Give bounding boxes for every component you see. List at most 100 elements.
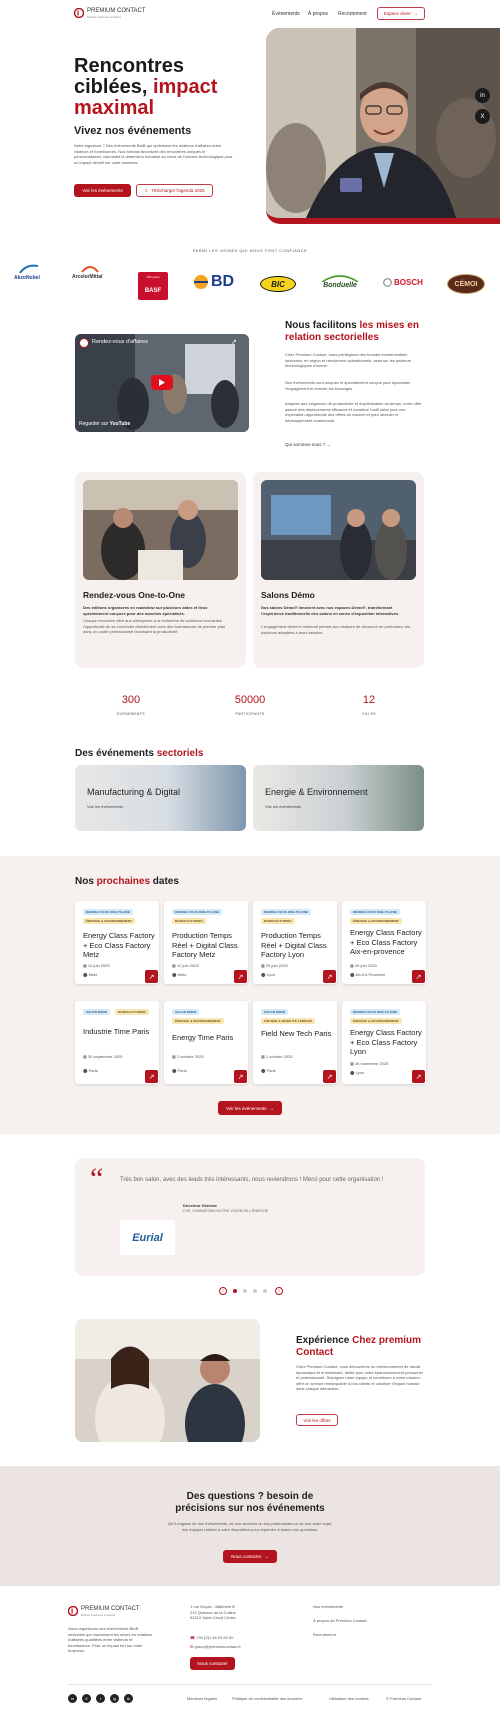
event-card[interactable]: RENDEZ-VOUS ONE-TO-ONE MANUFACTURING Pro… — [253, 901, 337, 984]
event-title: Field New Tech Paris — [261, 1029, 332, 1038]
calendar-icon: ▦ — [261, 1054, 265, 1059]
nav-events[interactable]: Événements — [272, 11, 300, 17]
bd-sun-icon — [194, 275, 208, 289]
event-arrow-button[interactable]: ↗ — [145, 1070, 158, 1083]
calendar-icon: ▦ — [172, 963, 176, 968]
brand-logo[interactable]: PREMIUM CONTACT Deliver business contact… — [74, 8, 164, 20]
event-card[interactable]: SALON DÉMO ÉNERGIE & ENVIRONNEMENT Energ… — [164, 1001, 248, 1084]
event-title: Industrie Time Paris — [83, 1027, 150, 1036]
x-button[interactable]: X — [475, 109, 490, 124]
footer: PREMIUM CONTACT Deliver business contact… — [0, 1586, 500, 1713]
carousel-next-button[interactable]: › — [275, 1287, 283, 1295]
event-card[interactable]: SALON DÉMO MANUFACTURING Industrie Time … — [75, 1001, 159, 1084]
event-date: ▦ 12 juin 2025 — [172, 963, 199, 968]
arrow-right-icon: → — [413, 11, 419, 16]
about-p3: Adaptés aux exigences de productivité et… — [285, 401, 422, 423]
footer-link-events[interactable]: Nos événements — [313, 1604, 343, 1610]
event-arrow-button[interactable]: ↗ — [323, 1070, 336, 1083]
event-location: ⬤ Lyon — [350, 1070, 365, 1075]
see-offers-button[interactable]: Voir les offres — [296, 1414, 338, 1426]
legal-mentions-link[interactable]: Mentions légales — [187, 1696, 217, 1701]
about-p2: Nos événements sont uniques et spécialem… — [285, 380, 411, 391]
carousel-prev-button[interactable]: ‹ — [219, 1287, 227, 1295]
phone-icon: ☎ — [190, 1635, 195, 1640]
about-link[interactable]: Qui sommes-nous ? → — [285, 442, 331, 447]
carousel-dot[interactable] — [263, 1289, 267, 1293]
copyright: © Premium Contact — [386, 1696, 421, 1701]
format-card-one-to-one: Rendez-vous One-to-One Des éditions orga… — [75, 472, 246, 668]
hero-title: Rencontres ciblées, impact maximal — [74, 55, 218, 119]
brand-name: PREMIUM CONTACT — [81, 1606, 140, 1612]
share-icon[interactable]: ↗ — [231, 338, 237, 346]
upcoming-cta-button[interactable]: Voir les événements → — [218, 1101, 282, 1115]
carousel-dot[interactable] — [253, 1289, 257, 1293]
event-card[interactable]: RENDEZ-VOUS ONE-TO-ONE MANUFACTURING Pro… — [164, 901, 248, 984]
privacy-link[interactable]: Politique de confidentialité des données — [232, 1696, 303, 1701]
event-tag: ÉNERGIE & ENVIRONNEMENT — [350, 918, 402, 924]
instagram-icon[interactable]: ig — [110, 1694, 119, 1703]
carousel-dot[interactable] — [243, 1289, 247, 1293]
footer-link-about[interactable]: À propos de Premium Contact — [313, 1618, 367, 1624]
event-title: Production Temps Réel + Digital Class Fa… — [172, 931, 238, 959]
format-title: Salons Démo — [261, 590, 315, 600]
event-card[interactable]: RENDEZ-VOUS ONE-TO-ONE ÉNERGIE & ENVIRON… — [342, 1001, 426, 1084]
facebook-icon[interactable]: f — [96, 1694, 105, 1703]
footer-email[interactable]: ✉ group@premiumcontact.fr — [190, 1644, 241, 1650]
event-arrow-button[interactable]: ↗ — [412, 1070, 425, 1083]
event-tag: FIM WEB & MOBILITÉ TERRAIN — [261, 1018, 315, 1024]
download-agenda-button[interactable]: ⇩ Télécharger l'agenda 2025 — [136, 184, 213, 197]
calendar-icon: ▦ — [350, 1061, 354, 1066]
event-card[interactable]: RENDEZ-VOUS ONE-TO-ONE ÉNERGIE & ENVIRON… — [75, 901, 159, 984]
format-photo-one-to-one — [83, 480, 238, 580]
event-tag: ÉNERGIE & ENVIRONNEMENT — [172, 1018, 224, 1024]
nav-about[interactable]: À propos — [308, 11, 328, 17]
event-date: ▦ 2 octobre 2025 — [172, 1054, 204, 1059]
linkedin-icon[interactable]: in — [68, 1694, 77, 1703]
stat-participants-label: PARTICIPANTS — [235, 712, 265, 716]
event-tag: SALON DÉMO — [83, 1009, 111, 1015]
pin-icon: ⬤ — [172, 972, 177, 977]
about-p1: Chez Premium Contact, nous privilégions … — [285, 352, 412, 369]
event-tag: SALON DÉMO — [172, 1009, 200, 1015]
event-arrow-button[interactable]: ↗ — [412, 970, 425, 983]
event-tag: RENDEZ-VOUS ONE-TO-ONE — [172, 909, 222, 915]
arrow-up-right-icon: ↗ — [148, 973, 155, 981]
video-embed[interactable]: Rendez-vous d'affaires ↗ Regarder sur Yo… — [75, 334, 249, 432]
event-card[interactable]: RENDEZ-VOUS ONE-TO-ONE ÉNERGIE & ENVIRON… — [342, 901, 426, 984]
sector-link[interactable]: Voir les événements — [265, 804, 301, 809]
footer-phone[interactable]: ☎ +33 (0)1 46 23 60 00 — [190, 1635, 233, 1641]
sector-card-manufacturing[interactable]: Manufacturing & Digital Voir les événeme… — [75, 765, 246, 831]
sector-link[interactable]: Voir les événements — [87, 804, 123, 809]
cookies-link[interactable]: Utilisation des cookies — [329, 1696, 369, 1701]
play-button[interactable] — [151, 375, 173, 390]
tiktok-icon[interactable]: tk — [124, 1694, 133, 1703]
event-arrow-button[interactable]: ↗ — [234, 970, 247, 983]
event-title: Energy Class Factory + Eco Class Factory… — [83, 931, 155, 959]
sector-card-energy[interactable]: Energie & Environnement Voir les événeme… — [253, 765, 424, 831]
arrow-right-icon: → — [269, 1105, 275, 1111]
event-arrow-button[interactable]: ↗ — [234, 1070, 247, 1083]
event-arrow-button[interactable]: ↗ — [145, 970, 158, 983]
footer-divider — [68, 1684, 432, 1685]
footer-logo[interactable]: PREMIUM CONTACT Deliver business contact… — [68, 1606, 158, 1618]
nav-careers[interactable]: Recrutement — [338, 11, 367, 17]
footer-contact-button[interactable]: Nous contacter — [190, 1657, 235, 1670]
x-icon[interactable]: X — [82, 1694, 91, 1703]
event-card[interactable]: SALON DÉMO FIM WEB & MOBILITÉ TERRAIN Fi… — [253, 1001, 337, 1084]
faq-section: Des questions ? besoin de précisions sur… — [0, 1466, 500, 1586]
faq-contact-button[interactable]: Nous contacter → — [223, 1550, 277, 1563]
carousel-dot-active[interactable] — [233, 1289, 237, 1293]
watch-on-youtube[interactable]: Regarder sur YouTube — [79, 421, 130, 427]
linkedin-button[interactable]: in — [475, 88, 490, 103]
logo-arcelormittal: ArcelorMittal — [72, 266, 103, 280]
arrow-up-right-icon: ↗ — [326, 973, 333, 981]
see-events-button[interactable]: Voir les événements — [74, 184, 131, 197]
event-arrow-button[interactable]: ↗ — [323, 970, 336, 983]
quote-icon: “ — [90, 1162, 104, 1195]
event-date: ▦ 12 juin 2025 — [83, 963, 110, 968]
stat-participants-value: 50000 — [234, 694, 266, 706]
event-location: ⬤ Aix-En-Provence — [350, 972, 386, 977]
format-lead: Des éditions organisées en roadshow sur … — [83, 605, 208, 616]
footer-link-careers[interactable]: Recrutement — [313, 1632, 336, 1638]
client-space-button[interactable]: Espace client → — [377, 7, 425, 20]
